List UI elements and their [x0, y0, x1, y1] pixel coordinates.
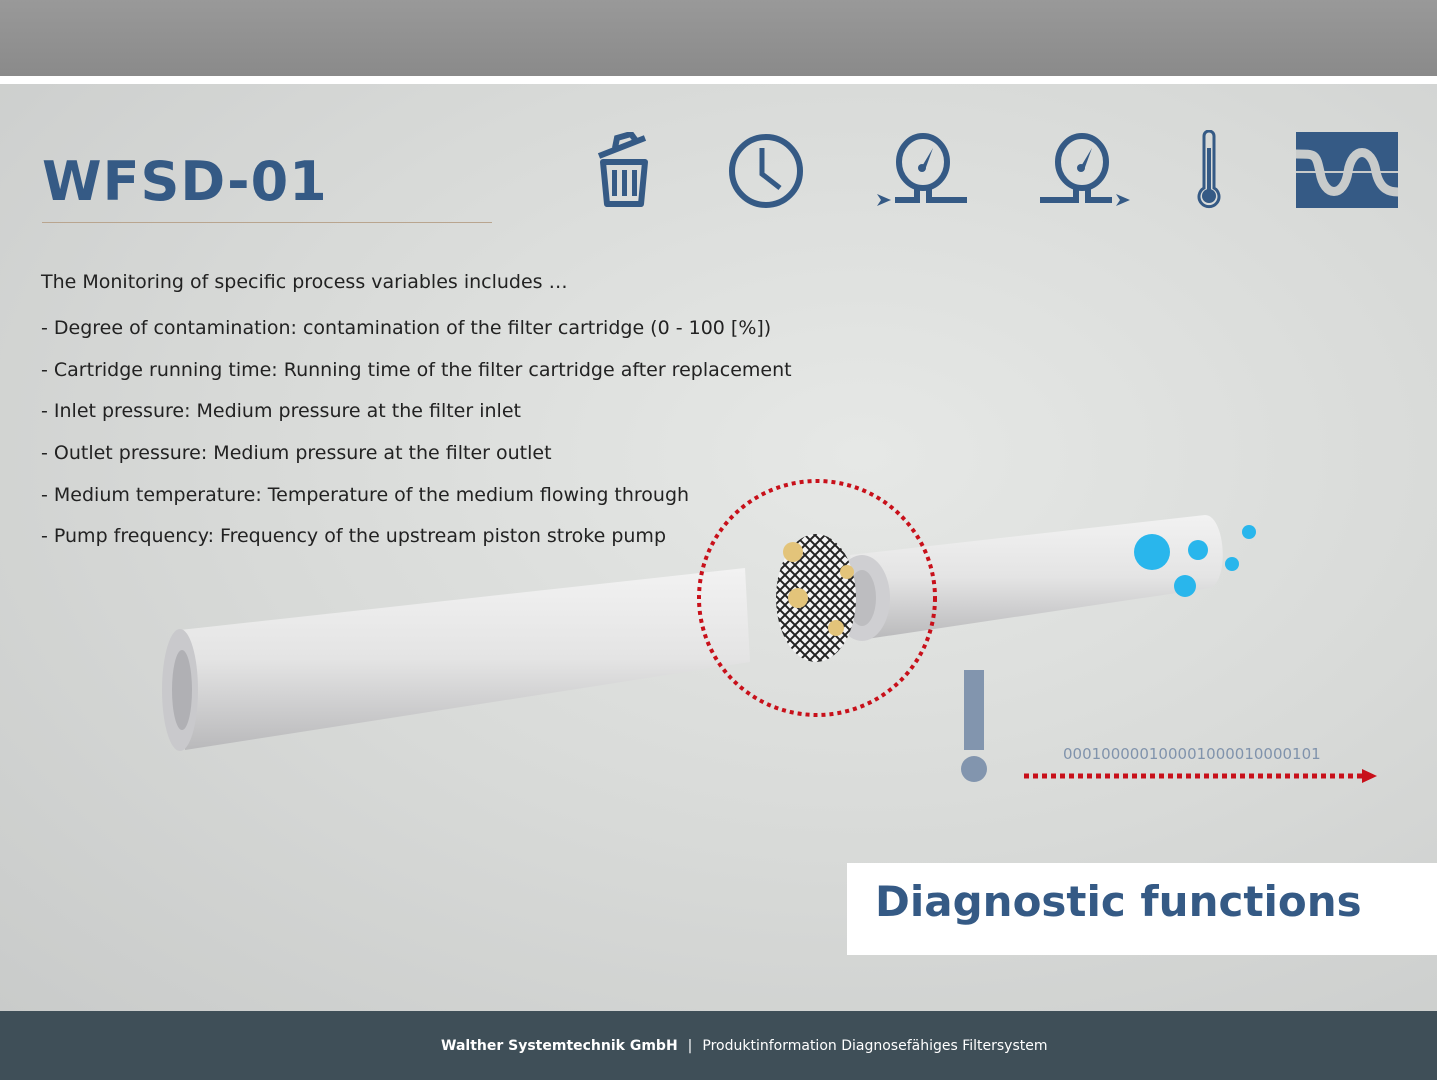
- divider: [42, 222, 492, 223]
- top-bar: [0, 0, 1437, 76]
- trash-icon: [597, 132, 648, 207]
- footer-company: Walther Systemtechnik GmbH: [441, 1038, 678, 1054]
- list-item: - Degree of contamination: contamination…: [41, 317, 772, 339]
- binary-signal: 000100000100001000010000101: [1063, 745, 1321, 763]
- list-item: - Outlet pressure: Medium pressure at th…: [41, 442, 552, 464]
- footer: Walther Systemtechnik GmbH | Produktinform…: [0, 1011, 1437, 1080]
- filter-pipe-illustration: [162, 479, 1256, 751]
- page-title: WFSD-01: [42, 150, 328, 213]
- outlet-pressure-gauge-icon: [1040, 133, 1130, 206]
- signal-arrow: [1024, 769, 1377, 783]
- section-label: Diagnostic functions: [875, 877, 1362, 926]
- footer-product: Produktinformation Diagnosefähiges Filte…: [702, 1038, 1048, 1054]
- list-item: - Cartridge running time: Running time o…: [41, 359, 792, 381]
- intro-text: The Monitoring of specific process varia…: [41, 271, 568, 293]
- inlet-pressure-gauge-icon: [877, 133, 967, 206]
- pump-wave-icon: [1296, 132, 1398, 208]
- pipe-inlet: [180, 568, 750, 750]
- pipe-outlet: [850, 515, 1223, 640]
- list-item: - Inlet pressure: Medium pressure at the…: [41, 400, 521, 422]
- alert-icon: [961, 670, 987, 782]
- section-label-box: Diagnostic functions: [847, 863, 1437, 955]
- thermometer-icon: [1197, 130, 1221, 209]
- clock-icon: [729, 134, 803, 208]
